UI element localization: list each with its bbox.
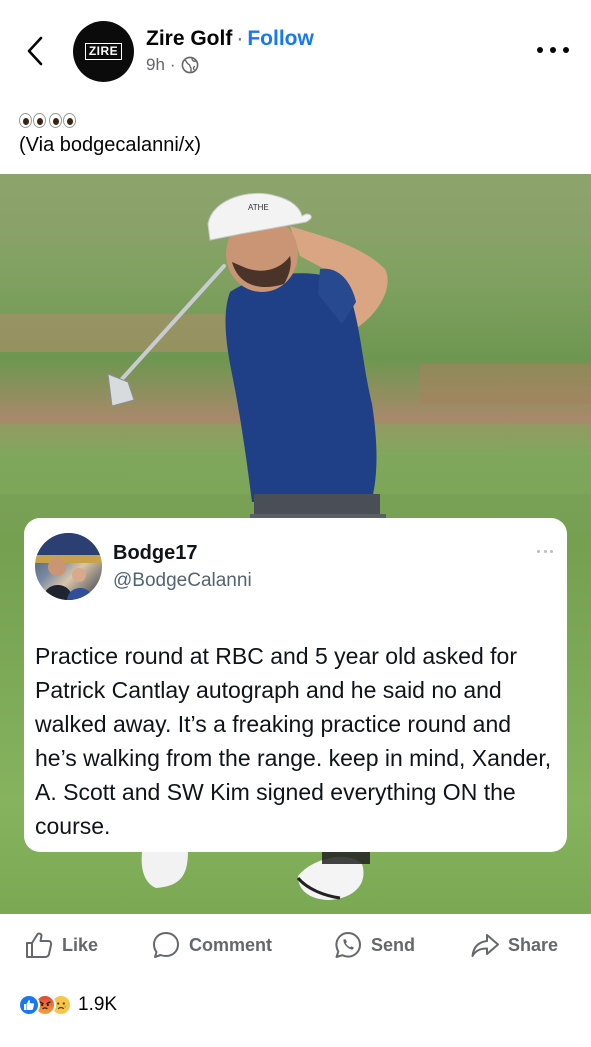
globe-icon [181, 56, 198, 74]
share-button[interactable]: Share [470, 930, 558, 960]
page-avatar[interactable]: ZIRE [73, 21, 134, 82]
more-dot-icon [537, 47, 543, 53]
eye-icon [49, 112, 62, 128]
tweet-avatar [35, 533, 102, 600]
more-options-button[interactable] [537, 38, 569, 62]
time-separator: · [169, 55, 176, 74]
eyes-icon [19, 112, 46, 128]
like-reaction-icon [18, 994, 40, 1016]
like-button[interactable]: Like [24, 930, 98, 960]
send-label: Send [371, 934, 416, 955]
tweet-avatar-image [35, 533, 102, 600]
name-separator: · [236, 27, 244, 50]
tweet-display-name: Bodge17 [113, 542, 198, 564]
post-caption: (Via bodgecalanni/x) [19, 108, 201, 159]
reactions-summary[interactable]: 1.9K [18, 990, 117, 1020]
thumbs-up-icon [26, 932, 53, 958]
eye-icon [63, 112, 76, 128]
tweet-text: Practice round at RBC and 5 year old ask… [35, 643, 552, 839]
embedded-tweet-card: Bodge17 @BodgeCalanni Practice round at … [24, 518, 567, 852]
eye-icon [19, 112, 32, 128]
svg-text:ATHE: ATHE [248, 203, 269, 212]
more-dot-icon [550, 47, 556, 53]
post-action-bar: Like Comment Send Share [0, 914, 591, 976]
post-header: ZIRE Zire Golf · Follow 9h · [0, 0, 591, 100]
like-label: Like [62, 934, 99, 955]
comment-label: Comment [189, 934, 273, 955]
chevron-left-icon [27, 36, 43, 66]
post-time[interactable]: 9h [146, 55, 165, 75]
more-dot-icon [563, 47, 569, 53]
tweet-more-icon [537, 550, 553, 554]
post-photo[interactable]: ATHE Bodge17 @BodgeCalanni Practice roun… [0, 174, 591, 914]
comment-button[interactable]: Comment [151, 930, 272, 960]
caption-text: (Via bodgecalanni/x) [19, 134, 201, 156]
share-arrow-icon [471, 934, 499, 957]
name-row: Zire Golf · Follow [146, 26, 314, 52]
follow-button[interactable]: Follow [247, 27, 314, 50]
comment-icon [153, 932, 179, 958]
whatsapp-send-icon [335, 932, 361, 958]
tweet-handle: @BodgeCalanni [113, 570, 252, 591]
back-button[interactable] [20, 32, 50, 70]
send-button[interactable]: Send [333, 930, 415, 960]
post-meta: 9h · [146, 55, 199, 75]
reaction-count: 1.9K [78, 994, 118, 1015]
eyes-icon [49, 112, 76, 128]
page-name[interactable]: Zire Golf [146, 27, 232, 50]
eye-icon [33, 112, 46, 128]
eyes-emoji [19, 108, 201, 132]
share-label: Share [508, 934, 559, 955]
zire-logo: ZIRE [84, 43, 123, 60]
